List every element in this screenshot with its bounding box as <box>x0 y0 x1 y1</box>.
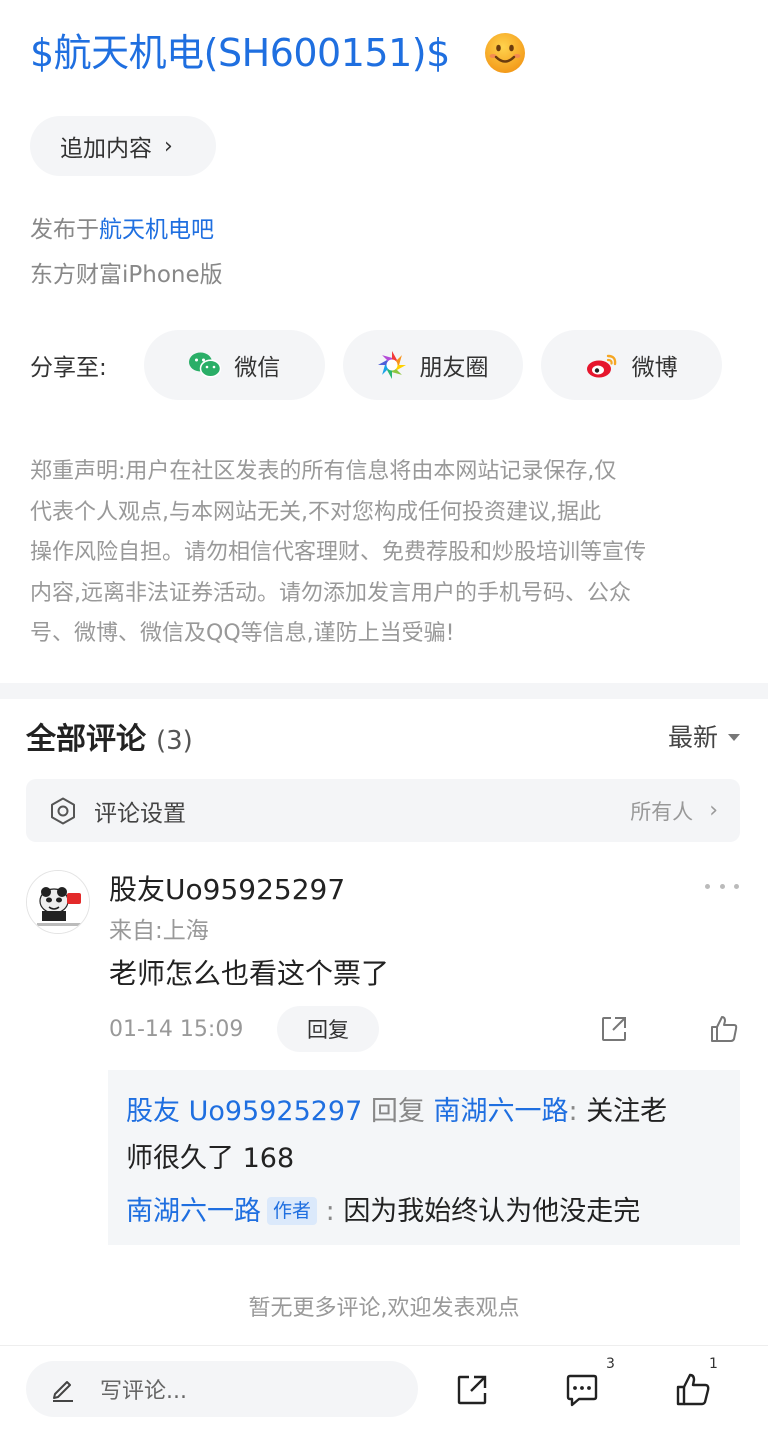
like-count-badge: 1 <box>709 1356 718 1372</box>
share-label: 分享至: <box>30 355 107 381</box>
sort-dropdown[interactable]: 最新 <box>668 718 740 754</box>
comment-timestamp: 01-14 15:09 <box>109 1016 244 1042</box>
disclaimer-line: 代表个人观点,与本网站无关,不对您构成任何投资建议,据此 <box>30 499 601 525</box>
comment-settings-label: 评论设置 <box>94 800 186 827</box>
write-comment-input[interactable]: 写评论... <box>26 1361 418 1417</box>
like-comment-icon[interactable] <box>708 1013 740 1045</box>
gear-icon <box>51 797 75 824</box>
chevron-right-icon: › <box>709 798 718 823</box>
post-title: $航天机电(SH600151)$ <box>30 22 526 77</box>
caret-down-icon <box>728 734 740 741</box>
append-content-button[interactable]: 追加内容 › <box>30 116 216 176</box>
comment-count-badge: 3 <box>606 1356 615 1372</box>
reply-text: 师很久了 168 <box>126 1143 295 1174</box>
reply-verb: 回复 <box>370 1096 425 1127</box>
disclaimer-line: 郑重声明:用户在社区发表的所有信息将由本网站记录保存,仅 <box>30 459 617 484</box>
share-wechat-label: 微信 <box>234 355 281 381</box>
append-content-label: 追加内容 <box>60 136 152 162</box>
reply-item[interactable]: 股友 Uo95925297 回复 南湖六一路: 关注老 师很久了 168 <box>126 1088 722 1182</box>
reply-text: 因为我始终认为他没走完 <box>343 1196 641 1227</box>
like-icon[interactable] <box>673 1370 713 1410</box>
comments-title: 全部评论 (3) <box>26 714 193 758</box>
no-more-comments: 暂无更多评论,欢迎发表观点 <box>248 1296 520 1321</box>
comment-text: 老师怎么也看这个票了 <box>109 957 390 990</box>
comment-settings-scope: 所有人 <box>630 799 694 824</box>
chevron-right-icon: › <box>164 133 173 159</box>
wechat-icon <box>189 352 222 378</box>
board-link[interactable]: 航天机电吧 <box>99 217 214 243</box>
reply-thread: 股友 Uo95925297 回复 南湖六一路: 关注老 师很久了 168 南湖六… <box>108 1070 740 1245</box>
share-weibo-label: 微博 <box>631 355 678 381</box>
moments-icon <box>378 351 407 379</box>
write-comment-placeholder: 写评论... <box>100 1379 187 1404</box>
pencil-icon <box>53 1381 73 1402</box>
share-moments-button[interactable]: 朋友圈 <box>342 330 524 400</box>
share-weibo-button[interactable]: 微博 <box>541 330 722 400</box>
comment-location: 来自:上海 <box>109 918 209 944</box>
avatar[interactable] <box>26 870 90 934</box>
weibo-icon <box>586 354 616 378</box>
share-moments-label: 朋友圈 <box>419 355 489 381</box>
comment-meta: 01-14 15:09 回复 <box>109 1006 740 1052</box>
share-icon[interactable] <box>452 1370 492 1410</box>
client-source: 东方财富iPhone版 <box>30 262 223 288</box>
reply-separator: : <box>325 1196 335 1227</box>
bottom-bar: 写评论... 3 1 <box>0 1345 768 1438</box>
comments-title-text: 全部评论 <box>26 722 146 757</box>
author-badge: 作者 <box>267 1197 318 1225</box>
disclaimer-line: 内容,远离非法证券活动。请勿添加发言用户的手机号码、公众 <box>30 580 631 606</box>
reply-from-user[interactable]: 股友 Uo95925297 <box>126 1096 362 1127</box>
comments-header: 全部评论 (3) 最新 <box>26 714 740 758</box>
section-divider <box>0 683 768 699</box>
disclaimer-line: 号、微博、微信及QQ等信息,谨防上当受骗! <box>30 621 455 646</box>
reply-to-user[interactable]: 南湖六一路 <box>433 1096 568 1127</box>
share-comment-icon[interactable] <box>598 1013 630 1045</box>
share-row: 分享至: 微信 朋友圈 微博 <box>30 330 740 400</box>
reply-from-user[interactable]: 南湖六一路 <box>126 1196 261 1227</box>
share-wechat-button[interactable]: 微信 <box>143 330 325 400</box>
published-in: 发布于航天机电吧 <box>30 210 214 244</box>
published-prefix: 发布于 <box>30 217 99 243</box>
comment-settings-row[interactable]: 评论设置 所有人 › <box>26 779 740 842</box>
disclaimer-line: 操作风险自担。请勿相信代客理财、免费荐股和炒股培训等宣传 <box>30 540 647 565</box>
comment-username[interactable]: 股友Uo95925297 <box>109 868 345 908</box>
reply-text: 关注老 <box>586 1096 668 1127</box>
sort-label: 最新 <box>667 723 718 752</box>
reply-button[interactable]: 回复 <box>277 1006 379 1052</box>
reply-separator: : <box>568 1096 578 1127</box>
comments-count: (3) <box>156 726 193 756</box>
smiley-face-icon <box>484 32 526 74</box>
more-options-icon[interactable] <box>705 875 739 897</box>
disclaimer: 郑重声明:用户在社区发表的所有信息将由本网站记录保存,仅 代表个人观点,与本网站… <box>30 452 730 655</box>
comment-icon[interactable] <box>562 1370 602 1410</box>
reply-item[interactable]: 南湖六一路 作者 : 因为我始终认为他没走完 <box>126 1188 722 1235</box>
stock-tag-link[interactable]: $航天机电(SH600151)$ <box>30 22 450 77</box>
